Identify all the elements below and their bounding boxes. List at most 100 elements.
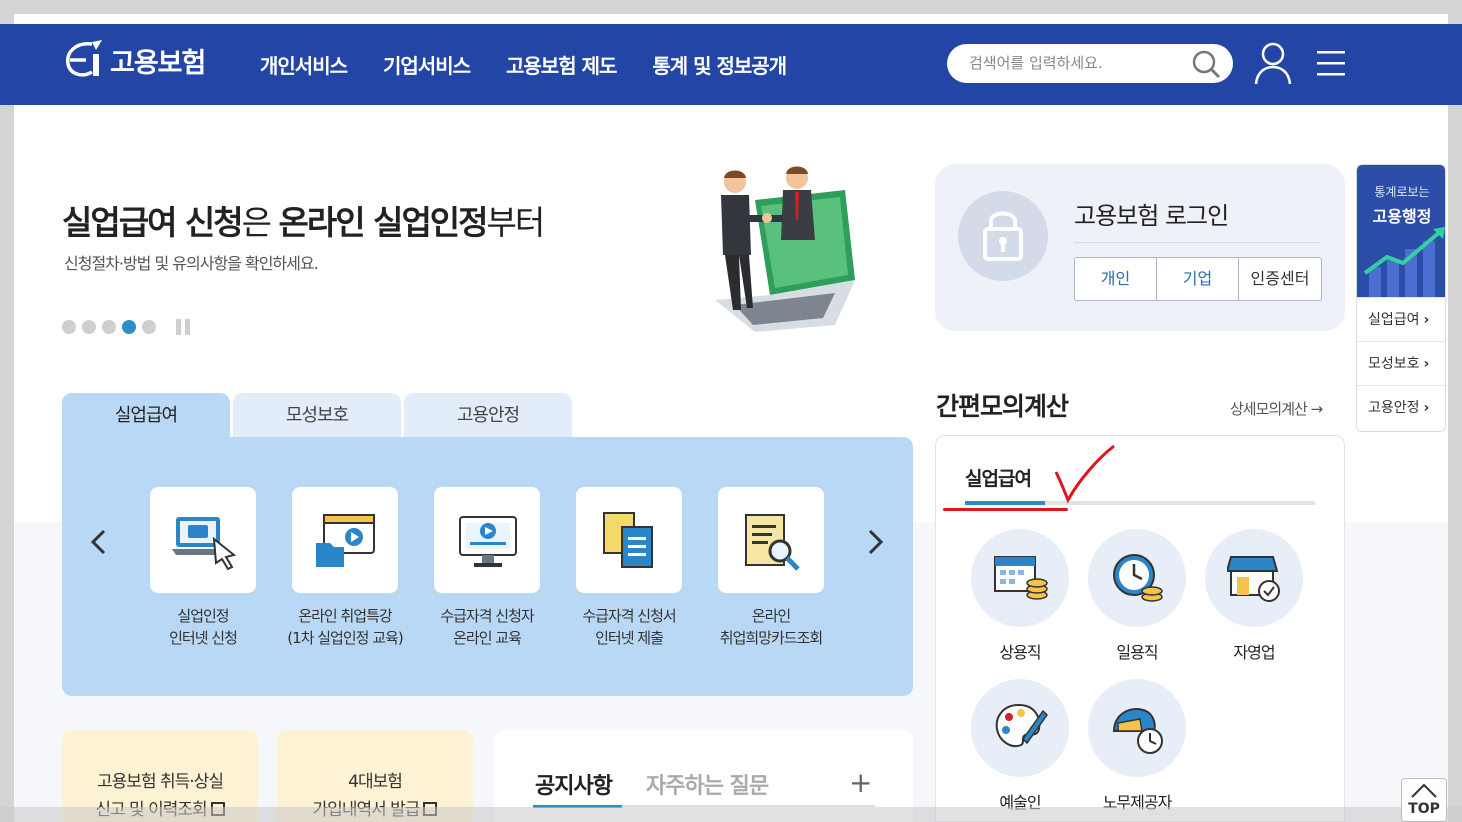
quick-menu-panel: 통계로보는 고용행정 실업급여 › 모성보호 › 고용안정 › <box>1356 164 1446 432</box>
main-nav: 개인서비스 기업서비스 고용보험 제도 통계 및 정보공개 <box>260 50 822 79</box>
calc-regular-worker[interactable]: 상용직 <box>970 529 1070 663</box>
card-label: 온라인 취업희망카드조회 <box>719 607 823 647</box>
chevron-up-icon <box>1411 783 1437 798</box>
scroll-top-button[interactable]: TOP <box>1401 778 1447 822</box>
site-header: 고용보험 개인서비스 기업서비스 고용보험 제도 통계 및 정보공개 <box>0 24 1462 105</box>
slide-dot[interactable] <box>62 320 76 334</box>
clock-coins-icon <box>1088 529 1186 627</box>
video-folder-icon <box>292 487 398 593</box>
detailed-calculator-label: 상세모의계산 <box>1230 400 1308 418</box>
card-job-hope-card-inquiry[interactable]: 온라인 취업희망카드조회 <box>718 487 824 649</box>
quick-item-employment-stability[interactable]: 고용안정 › <box>1357 385 1445 429</box>
search-icon[interactable] <box>1191 49 1221 79</box>
laptop-click-icon <box>150 487 256 593</box>
hero-subtitle: 신청절차·방법 및 유의사항을 확인하세요. <box>64 254 319 273</box>
arrow-right-icon: → <box>1310 400 1324 418</box>
hero-title-part: 실업급여 신청 <box>62 203 244 242</box>
user-icon[interactable] <box>1253 42 1293 86</box>
calc-item-label: 상용직 <box>999 643 1041 662</box>
quick-item-label: 실업급여 <box>1368 312 1420 328</box>
calc-artist[interactable]: 예술인 <box>970 679 1070 813</box>
quick-item-unemployment[interactable]: 실업급여 › <box>1357 297 1445 341</box>
hero-title[interactable]: 실업급여 신청은 온라인 실업인정부터 <box>62 196 546 244</box>
tab-maternity[interactable]: 모성보호 <box>233 393 401 438</box>
helmet-clock-icon <box>1088 679 1186 777</box>
logo-text: 고용보험 <box>110 47 206 79</box>
search-input[interactable] <box>969 52 1179 74</box>
bottom-overlay-strip <box>0 807 1462 822</box>
card-online-unemployment-recognition[interactable]: 실업인정 인터넷 신청 <box>150 487 256 649</box>
card-online-job-lecture[interactable]: 온라인 취업특강 (1차 실업인정 교육) <box>287 487 404 649</box>
login-business-button[interactable]: 기업 <box>1157 258 1239 300</box>
hero-title-part: 부터 <box>486 203 546 242</box>
lock-icon <box>958 191 1048 281</box>
card-qualification-online-education[interactable]: 수급자격 신청자 온라인 교육 <box>434 487 540 649</box>
browser-top-strip <box>0 0 1462 14</box>
calc-item-label: 일용직 <box>1116 643 1158 662</box>
plus-icon[interactable]: + <box>849 766 872 799</box>
service-tabs: 실업급여 모성보호 고용안정 <box>62 393 575 438</box>
simple-calculator-title: 간편모의계산 <box>936 392 1069 421</box>
growth-chart-icon <box>1363 227 1445 297</box>
tab-employment-stability[interactable]: 고용안정 <box>404 393 572 438</box>
handshake-laptop-illustration <box>715 166 855 332</box>
chevron-left-icon[interactable] <box>84 527 114 557</box>
top-label: TOP <box>1408 801 1440 817</box>
nav-personal-services[interactable]: 개인서비스 <box>260 50 348 79</box>
detailed-calculator-link[interactable]: 상세모의계산 → <box>1230 398 1324 419</box>
card-label: 수급자격 신청서 인터넷 제출 <box>582 607 676 647</box>
slide-dot-active[interactable] <box>122 320 136 334</box>
calc-self-employed[interactable]: 자영업 <box>1204 529 1304 663</box>
slide-dot[interactable] <box>142 320 156 334</box>
slide-dot[interactable] <box>102 320 116 334</box>
hero-title-part: 온라인 실업인정 <box>278 203 489 242</box>
login-panel: 고용보험 로그인 개인 기업 인증센터 <box>935 164 1345 331</box>
tab-notice[interactable]: 공지사항 <box>535 768 613 800</box>
statistics-banner[interactable]: 통계로보는 고용행정 <box>1357 165 1445 297</box>
card-qualification-application-submit[interactable]: 수급자격 신청서 인터넷 제출 <box>576 487 682 649</box>
quick-item-maternity[interactable]: 모성보호 › <box>1357 341 1445 385</box>
quick-item-label: 모성보호 <box>1368 356 1420 372</box>
annotation-checkmark-icon <box>1054 444 1115 504</box>
card-label: 온라인 취업특강 (1차 실업인정 교육) <box>287 607 403 647</box>
simple-calculator-panel: 실업급여 상용직 일용직 자영업 예술인 노무제공자 <box>935 435 1345 822</box>
service-cards: 실업인정 인터넷 신청 온라인 취업특강 (1차 실업인정 교육) 수급자격 신… <box>150 487 860 649</box>
hamburger-menu-icon[interactable] <box>1315 48 1347 78</box>
store-icon <box>1205 529 1303 627</box>
quick-item-label: 고용안정 <box>1368 400 1420 416</box>
calendar-coins-icon <box>971 529 1069 627</box>
slide-indicator <box>62 319 194 335</box>
tab-underline <box>965 501 1315 505</box>
monitor-play-icon <box>434 487 540 593</box>
slide-dot[interactable] <box>82 320 96 334</box>
chevron-right-icon: › <box>1423 400 1430 416</box>
logo-ei-icon <box>66 40 102 77</box>
banner-line1: 통계로보는 <box>1374 185 1430 199</box>
palette-icon <box>971 679 1069 777</box>
nav-business-services[interactable]: 기업서비스 <box>383 50 471 79</box>
site-logo[interactable]: 고용보험 <box>62 38 206 82</box>
card-label: 수급자격 신청자 온라인 교육 <box>440 607 534 647</box>
card-label: 실업인정 인터넷 신청 <box>169 607 238 647</box>
calc-item-label: 자영업 <box>1233 643 1275 662</box>
nav-insurance-system[interactable]: 고용보험 제도 <box>506 50 617 79</box>
tab-unemployment-benefit-calc[interactable]: 실업급여 <box>965 464 1032 491</box>
annotation-red-underline <box>943 508 1068 511</box>
tab-unemployment-benefit[interactable]: 실업급여 <box>62 393 230 438</box>
calc-daily-worker[interactable]: 일용직 <box>1087 529 1187 663</box>
service-tab-panel: 실업인정 인터넷 신청 온라인 취업특강 (1차 실업인정 교육) 수급자격 신… <box>62 437 913 696</box>
calc-labor-provider[interactable]: 노무제공자 <box>1087 679 1187 813</box>
document-search-icon <box>718 487 824 593</box>
pause-icon[interactable] <box>176 319 194 335</box>
tab-faq[interactable]: 자주하는 질문 <box>646 768 769 800</box>
divider <box>1074 242 1320 243</box>
login-personal-button[interactable]: 개인 <box>1075 258 1157 300</box>
card-line: 4대보험 <box>348 772 403 792</box>
login-button-group: 개인 기업 인증센터 <box>1074 257 1322 301</box>
chevron-right-icon[interactable] <box>860 527 890 557</box>
certificate-center-button[interactable]: 인증센터 <box>1239 258 1321 300</box>
chevron-right-icon: › <box>1423 356 1430 372</box>
login-title: 고용보험 로그인 <box>1074 202 1229 230</box>
nav-statistics-info[interactable]: 통계 및 정보공개 <box>652 50 787 79</box>
chevron-right-icon: › <box>1423 312 1430 328</box>
